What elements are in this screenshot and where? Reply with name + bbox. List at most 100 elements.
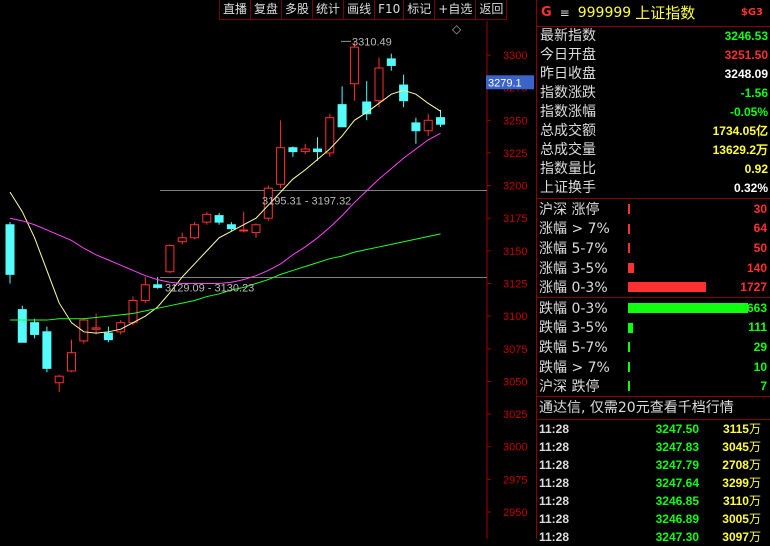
tick-volume: 3110万 [699,492,761,510]
quote-value: -0.05% [729,105,768,119]
tick-row: 11:28 3247.79 2708万 [537,456,770,474]
breadth-value: 30 [753,201,767,216]
breadth-value: 64 [753,221,767,236]
y-tick-label: 3150 [503,246,527,258]
breadth-bar [628,282,706,293]
breadth-label: 涨幅 5-7% [539,240,608,257]
toolbar-button-6[interactable]: 标记 [403,0,436,20]
candle-body [202,213,212,223]
y-tick-label: 3025 [503,409,527,421]
tick-list[interactable]: 11:28 3247.50 3115万 11:28 3247.83 3045万 11:28 3… [537,420,770,546]
menu-icon[interactable]: ≡ [560,0,570,26]
tick-volume: 3115万 [699,420,761,438]
tick-time: 11:28 [539,439,570,454]
tick-row: 11:28 3247.50 3115万 [537,420,770,438]
candle-body [153,284,163,288]
y-tick-label: 3000 [503,442,527,454]
candle-body [411,122,421,132]
tick-volume-value: 3005 [722,511,749,526]
y-tick-label: 2950 [503,507,527,519]
tick-time: 11:28 [539,529,570,544]
candle-body [276,147,286,185]
y-tick-label: 3050 [503,376,527,388]
tick-time: 11:28 [539,475,570,490]
toolbar-button-0[interactable]: 直播 [219,0,252,20]
candle-body [337,104,347,128]
quote-row: 最新指数 3246.53 [537,27,770,46]
tick-volume-value: 2708 [722,457,749,472]
breadth-row: 涨幅 0-3% 1727 [537,277,770,297]
kline-svg[interactable]: 3300327532503225320031753150312531003075… [0,0,536,539]
sg-badge[interactable]: $G3 [741,0,763,26]
quote-value: 3251.50 [724,48,768,62]
tick-row: 11:28 3247.30 3097万 [537,528,770,546]
stock-code: 999999 [577,5,632,21]
candle-body [325,117,335,154]
quote-label: 总成交量 [540,142,596,158]
breadth-bar [628,204,630,214]
tick-time: 11:28 [539,421,570,436]
tick-volume: 2708万 [699,456,761,474]
breadth-row: 涨幅 3-5% 140 [537,258,770,278]
annotation-label: 3195.31 - 3197.32 [262,195,351,207]
toolbar-button-4[interactable]: 画线 [343,0,376,20]
candle-body [386,58,396,66]
quote-row: 指数涨跌 -1.56 [537,84,770,103]
y-tick-label: 3250 [503,115,527,127]
toolbar-button-3[interactable]: 统计 [312,0,345,20]
y-tick-label: 3225 [503,148,527,160]
breadth-label: 跌幅 > 7% [539,359,610,376]
candle-body [140,284,150,301]
quote-value: 13629.2万 [712,143,768,157]
tick-row: 11:28 3246.89 3005万 [537,510,770,528]
toolbar-button-2[interactable]: 多股 [281,0,314,20]
y-tick-label: 3300 [503,50,527,62]
toolbar-button-8[interactable]: 返回 [475,0,508,20]
quote-row: 上证换手 0.32% [537,179,770,198]
quote-label: 指数涨幅 [540,104,596,120]
kline-chart[interactable]: 3300327532503225320031753150312531003075… [0,0,536,539]
quote-value: 0.32% [733,181,768,195]
candle-body [5,224,15,275]
tick-time: 11:28 [539,511,570,526]
current-price-label: 3279.1 [488,77,522,89]
tick-volume-unit: 万 [748,421,761,436]
breadth-label: 涨幅 0-3% [539,280,608,297]
breadth-row: 跌幅 3-5% 111 [537,318,770,338]
breadth-row: 沪深 涨停 30 [537,199,770,219]
tick-time: 11:28 [539,457,570,472]
candle-body [30,322,40,335]
toolbar-button-1[interactable]: 复盘 [250,0,283,20]
quote-row: 指数涨幅 -0.05% [537,103,770,122]
candle-body [374,67,384,102]
breadth-bar [628,262,634,273]
tick-price: 3247.30 [655,529,699,544]
toolbar-button-7[interactable]: +自选 [434,0,477,20]
candle-body [214,215,224,223]
breadth-row: 涨幅 5-7% 50 [537,238,770,258]
toolbar-button-5[interactable]: F10 [374,0,405,20]
tick-volume-value: 3097 [722,529,749,544]
breadth-row: 跌幅 5-7% 29 [537,337,770,357]
breadth-bar [628,302,748,313]
breadth-bar [628,322,633,333]
stock-name: 上证指数 [635,4,696,22]
quote-value: 1734.05亿 [712,124,768,138]
breadth-bar [628,381,630,392]
candle-body [226,224,236,230]
candle-body [349,46,359,85]
tick-volume-value: 3299 [722,475,749,490]
ma-line-1 [9,132,441,284]
flag-icon[interactable]: G [541,0,552,26]
quote-row: 指数量比 0.92 [537,160,770,179]
quote-row: 总成交量 13629.2万 [537,141,770,160]
tick-volume: 3005万 [699,510,761,528]
promo-banner[interactable]: 通达信, 仅需20元查看千档行情 [537,395,770,420]
tick-volume-unit: 万 [748,439,761,454]
breadth-value: 140 [746,260,767,275]
breadth-label: 涨幅 3-5% [539,260,608,277]
candle-body [165,245,175,273]
tick-row: 11:28 3247.64 3299万 [537,474,770,492]
quote-value: -1.56 [740,86,768,100]
tick-volume-value: 3045 [722,439,749,454]
